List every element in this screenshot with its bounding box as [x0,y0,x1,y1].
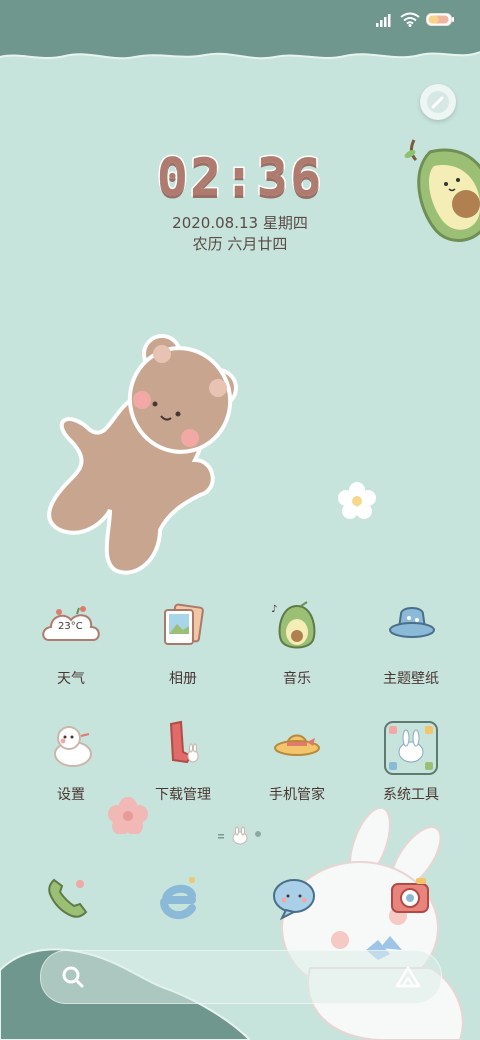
app-label: 设置 [57,787,85,803]
app-themes[interactable]: 主题壁纸 [356,600,466,688]
app-label: 天气 [57,671,85,687]
bucket-hat-icon [389,607,435,638]
signal-bars-icon [376,14,391,27]
page-indicator[interactable] [216,826,264,846]
teddy-bear-decoration [47,334,238,575]
battery-icon [426,13,454,26]
app-security[interactable]: 手机管家 [242,716,352,804]
page-dots-icon [218,826,261,845]
bunny-folder-icon [384,721,438,775]
camera-icon [391,878,429,913]
chat-bubble-icon [273,879,315,921]
svg-text:♪: ♪ [271,604,277,615]
home-screen: 02:36 2020.08.13 星期四 农历 六月廿四 23°C 天气 相册 … [0,0,480,1040]
app-label: 下载管理 [155,787,211,803]
snowman-settings-icon [54,726,92,767]
app-label: 系统工具 [383,787,439,803]
white-flower-decoration [338,482,376,519]
app-music[interactable]: ♪ 音乐 [242,600,352,688]
app-label: 音乐 [283,671,311,687]
wifi-icon [400,12,420,27]
search-bar[interactable] [40,950,442,1004]
app-label: 主题壁纸 [383,671,439,687]
dock-browser[interactable] [146,866,210,930]
weather-cloud-icon [42,606,100,641]
magic-wand-icon [427,91,449,113]
straw-hat-icon [274,734,320,756]
triangle-assistant-icon[interactable] [395,965,421,989]
download-boot-icon [169,720,199,764]
search-icon[interactable] [61,965,85,989]
app-weather[interactable]: 23°C 天气 [16,600,126,688]
app-system-tools-folder[interactable]: 系统工具 [356,716,466,804]
app-label: 相册 [169,671,197,687]
browser-e-icon [160,877,196,920]
app-label: 手机管家 [269,787,325,803]
app-gallery[interactable]: 相册 [128,600,238,688]
app-downloads[interactable]: 下载管理 [128,716,238,804]
dock-phone[interactable] [32,866,96,930]
edit-widget-button[interactable] [420,84,456,120]
clock-time[interactable]: 02:36 [0,147,480,210]
app-settings[interactable]: 设置 [16,716,126,804]
dock-camera[interactable] [384,866,448,930]
clock-date: 2020.08.13 星期四 [172,214,308,232]
photo-album-icon [164,603,204,645]
avocado-music-icon: ♪ [271,601,316,649]
dock-messages[interactable] [262,866,326,930]
weather-temperature: 23°C [58,621,83,632]
phone-icon [48,878,88,918]
clock-lunar-date: 农历 六月廿四 [192,235,288,253]
status-bar [372,10,472,30]
